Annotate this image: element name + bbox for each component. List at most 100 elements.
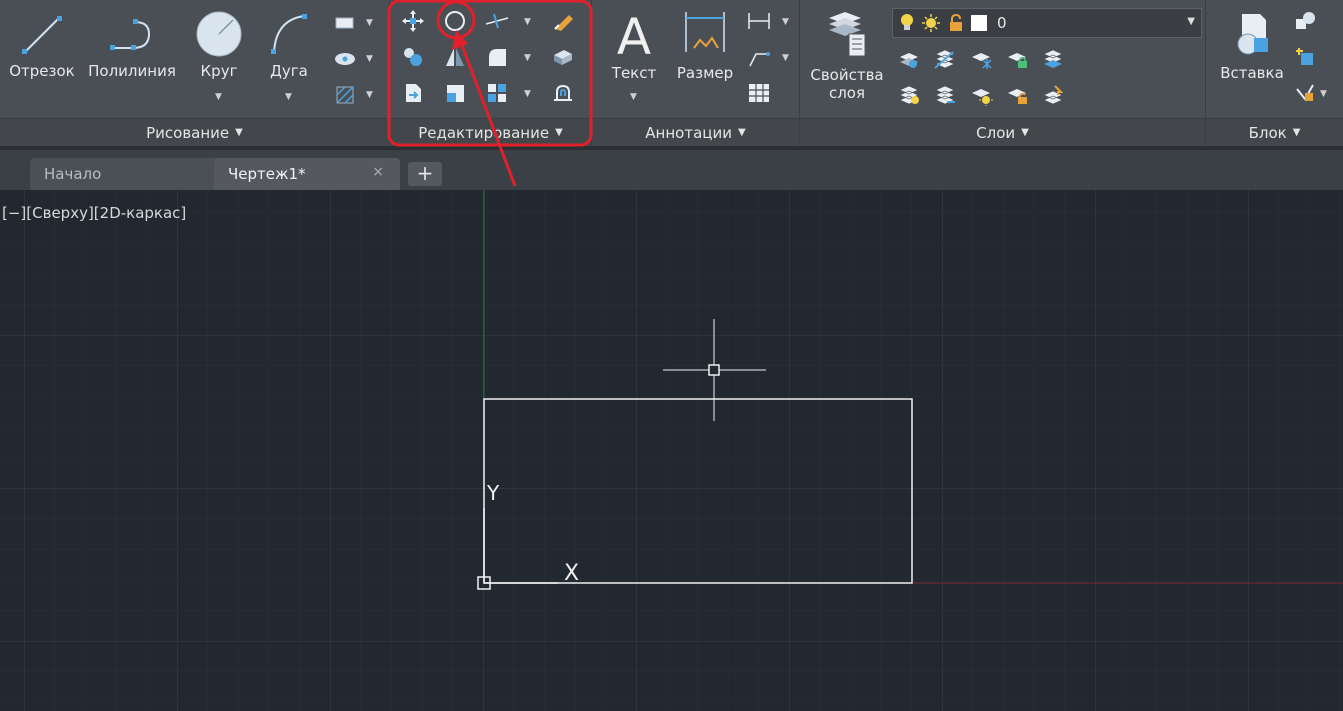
text-dropdown-icon[interactable]: ▼ [630, 92, 637, 102]
drawing-canvas[interactable]: Y X [−][Сверху][2D-каркас] [0, 190, 1343, 711]
scale-tool[interactable] [442, 80, 468, 106]
edit-attributes-tool[interactable] [1292, 80, 1318, 106]
draw-panel-expand-icon: ▼ [235, 127, 243, 138]
sun-icon [922, 14, 940, 32]
layer-properties-button[interactable]: Свойства слоя [804, 8, 890, 102]
array-tool[interactable] [484, 80, 510, 106]
copy-tool[interactable] [400, 44, 426, 70]
layer-off-icon[interactable] [896, 46, 922, 72]
svg-text:A: A [617, 8, 651, 62]
circle-button[interactable]: Круг ▼ [186, 8, 252, 102]
layer-isolate-icon[interactable] [932, 46, 958, 72]
modify-panel-title: Редактирование [418, 123, 550, 142]
stretch-tool[interactable] [400, 80, 426, 106]
ellipse-dropdown-icon[interactable]: ▼ [366, 54, 373, 64]
linear-dimension-icon [748, 13, 770, 29]
layer-properties-label-line1: Свойства [810, 66, 884, 84]
leader-dropdown-icon[interactable]: ▼ [782, 53, 789, 63]
annotation-panel-footer[interactable]: Аннотации ▼ [592, 118, 799, 146]
ucs-x-label: X [564, 561, 579, 586]
arc-dropdown-icon[interactable]: ▼ [285, 92, 292, 102]
linear-dim-tool[interactable] [746, 8, 772, 34]
document-tab-bar: Начало Чертеж1* × + [0, 146, 1343, 190]
text-button[interactable]: A Текст ▼ [604, 8, 664, 102]
tab-start-label: Начало [44, 165, 102, 183]
modify-panel-footer[interactable]: Редактирование ▼ [390, 118, 591, 146]
draw-panel-title: Рисование [146, 123, 230, 142]
table-tool[interactable] [746, 80, 772, 106]
layer-dropdown[interactable]: 0 ▼ [892, 8, 1202, 38]
stretch-icon [406, 84, 421, 102]
close-tab-icon[interactable]: × [372, 164, 384, 180]
layer-properties-icon [829, 12, 866, 57]
block-panel: Вставка ▼ Блок ▼ [1206, 0, 1343, 146]
erase-tool[interactable] [550, 8, 576, 34]
dimension-icon [685, 12, 725, 52]
scale-icon [447, 85, 464, 102]
hatch-pattern-tool[interactable] [332, 82, 358, 108]
layer-unlock-icon[interactable] [1004, 82, 1030, 108]
hatch-dropdown-icon[interactable]: ▼ [366, 90, 373, 100]
polyline-button[interactable]: Полилиния [84, 10, 180, 80]
bulb-icon [901, 14, 913, 30]
layer-match-icon[interactable] [1040, 46, 1066, 72]
layer-on-icon[interactable] [896, 82, 922, 108]
line-label: Отрезок [9, 62, 75, 80]
layer-thaw-icon[interactable] [968, 82, 994, 108]
tab-drawing[interactable]: Чертеж1* × [214, 158, 400, 190]
insert-block-icon [1237, 14, 1268, 55]
viewport-controls-label[interactable]: [−][Сверху][2D-каркас] [2, 204, 186, 222]
block-panel-title: Блок [1248, 123, 1287, 142]
tab-start[interactable]: Начало [30, 158, 220, 190]
dimension-button[interactable]: Размер [672, 8, 738, 82]
text-label: Текст [611, 64, 657, 82]
ribbon: Отрезок Полилиния Круг ▼ Дуга ▼ ▼ ▼ ▼ Ри… [0, 0, 1343, 146]
rotate-tool[interactable] [442, 8, 468, 34]
fillet-tool[interactable] [484, 44, 510, 70]
move-tool[interactable] [400, 8, 426, 34]
create-block-tool[interactable] [1292, 8, 1318, 34]
move-icon [402, 10, 424, 32]
explode-tool[interactable] [550, 44, 576, 70]
draw-panel-footer[interactable]: Рисование ▼ [0, 118, 389, 146]
dimension-label: Размер [676, 64, 734, 82]
layer-make-current-icon[interactable] [1040, 82, 1066, 108]
ucs-y-label: Y [486, 481, 500, 505]
offset-tool[interactable] [550, 80, 576, 106]
current-layer-name: 0 [997, 14, 1007, 32]
trim-dropdown-icon[interactable]: ▼ [524, 17, 531, 27]
trim-tool[interactable] [484, 8, 510, 34]
insert-button[interactable]: Вставка [1212, 8, 1292, 82]
layer-freeze-icon[interactable] [968, 46, 994, 72]
layers-panel-expand-icon: ▼ [1021, 127, 1029, 138]
layer-unisolate-icon[interactable] [932, 82, 958, 108]
arc-button[interactable]: Дуга ▼ [258, 8, 320, 102]
create-block-icon [1296, 12, 1315, 29]
edit-block-tool[interactable] [1292, 44, 1318, 70]
rectangle-icon [335, 17, 354, 29]
leader-tool[interactable] [746, 44, 772, 70]
layer-tools-row1 [896, 46, 1066, 72]
hatch-tool[interactable] [332, 46, 358, 72]
layers-panel-footer[interactable]: Слои ▼ [800, 118, 1205, 146]
edit-attributes-icon [1296, 84, 1314, 101]
table-icon [749, 84, 769, 102]
modify-panel-expand-icon: ▼ [555, 127, 563, 138]
edit-block-icon [1296, 48, 1313, 65]
new-tab-button[interactable]: + [408, 162, 442, 186]
layer-lock-icon[interactable] [1004, 46, 1030, 72]
fillet-dropdown-icon[interactable]: ▼ [524, 53, 531, 63]
block-panel-footer[interactable]: Блок ▼ [1206, 118, 1343, 146]
block-panel-expand-icon: ▼ [1292, 127, 1301, 138]
line-button[interactable]: Отрезок [6, 10, 78, 80]
circle-dropdown-icon[interactable]: ▼ [215, 92, 222, 102]
linear-dim-dropdown-icon[interactable]: ▼ [782, 17, 789, 27]
array-icon [488, 84, 506, 102]
rectangle-tool[interactable] [332, 10, 358, 36]
rectangle-dropdown-icon[interactable]: ▼ [366, 18, 373, 28]
mirror-tool[interactable] [442, 44, 468, 70]
array-dropdown-icon[interactable]: ▼ [524, 89, 531, 99]
offset-icon [554, 84, 572, 101]
edit-attributes-dropdown-icon[interactable]: ▼ [1320, 89, 1327, 99]
layer-dropdown-caret-icon: ▼ [1187, 16, 1195, 27]
